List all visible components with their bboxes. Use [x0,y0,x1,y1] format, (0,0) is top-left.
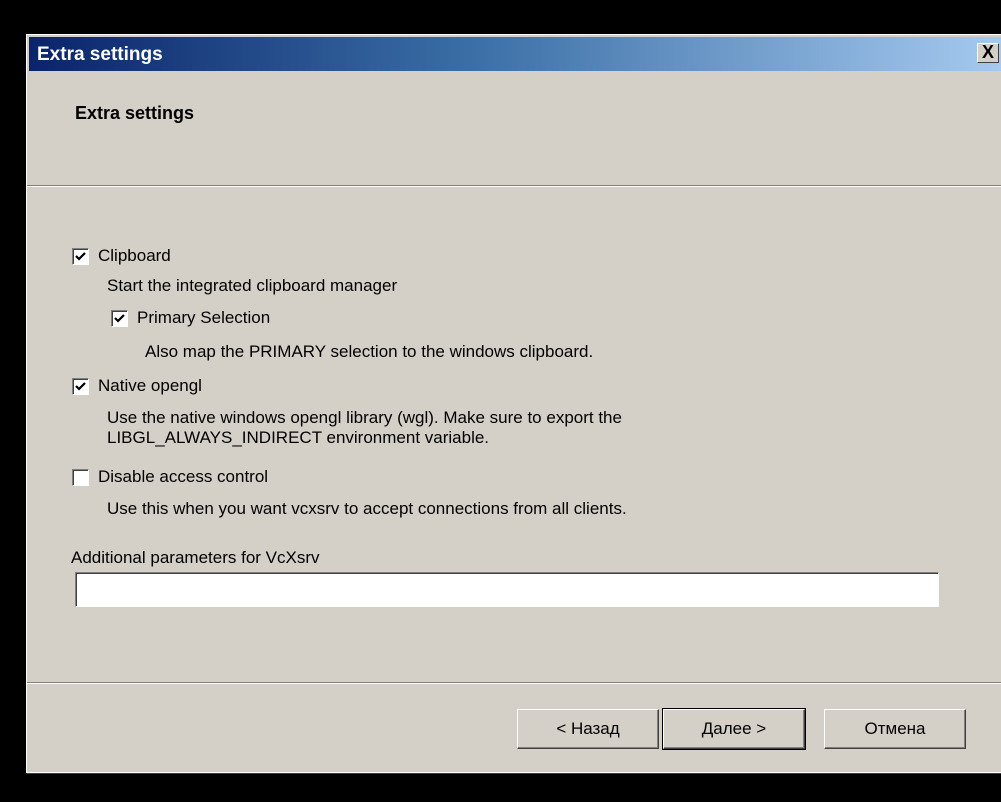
checkmark-icon [75,381,86,391]
title-bar[interactable]: Extra settings X [29,37,1001,71]
clipboard-checkbox[interactable]: Clipboard [72,246,171,266]
native-opengl-label: Native opengl [98,376,202,395]
window-title: Extra settings [37,44,163,65]
dialog-window: Extra settings X Extra settings Clipboar… [26,34,1001,773]
checkmark-icon [75,251,86,261]
disable-access-control-label: Disable access control [98,467,269,486]
native-opengl-checkbox-box[interactable] [72,377,89,395]
primary-selection-checkbox-box[interactable] [111,309,128,327]
disable-access-control-description: Use this when you want vcxsrv to accept … [107,499,627,518]
clipboard-description: Start the integrated clipboard manager [107,276,398,295]
close-button[interactable]: X [977,43,999,63]
header-divider [27,185,1001,187]
additional-params-input[interactable] [75,572,939,607]
next-button[interactable]: Далее > [662,708,806,750]
disable-access-control-checkbox[interactable]: Disable access control [72,467,268,487]
native-opengl-description-line2: LIBGL_ALWAYS_INDIRECT environment variab… [107,428,490,447]
disable-access-control-checkbox-box[interactable] [72,468,89,486]
back-button[interactable]: < Назад [517,709,659,749]
checkmark-icon [114,313,125,323]
close-icon: X [981,42,994,62]
page-title: Extra settings [75,103,195,123]
primary-selection-checkbox[interactable]: Primary Selection [111,308,270,328]
additional-params-label: Additional parameters for VcXsrv [71,548,320,567]
native-opengl-checkbox[interactable]: Native opengl [72,376,202,396]
footer-divider [27,682,1001,684]
clipboard-checkbox-box[interactable] [72,247,89,265]
native-opengl-description-line1: Use the native windows opengl library (w… [107,408,622,427]
primary-selection-description: Also map the PRIMARY selection to the wi… [145,342,594,361]
cancel-button[interactable]: Отмена [824,709,966,749]
clipboard-label: Clipboard [98,246,171,265]
primary-selection-label: Primary Selection [137,308,271,327]
